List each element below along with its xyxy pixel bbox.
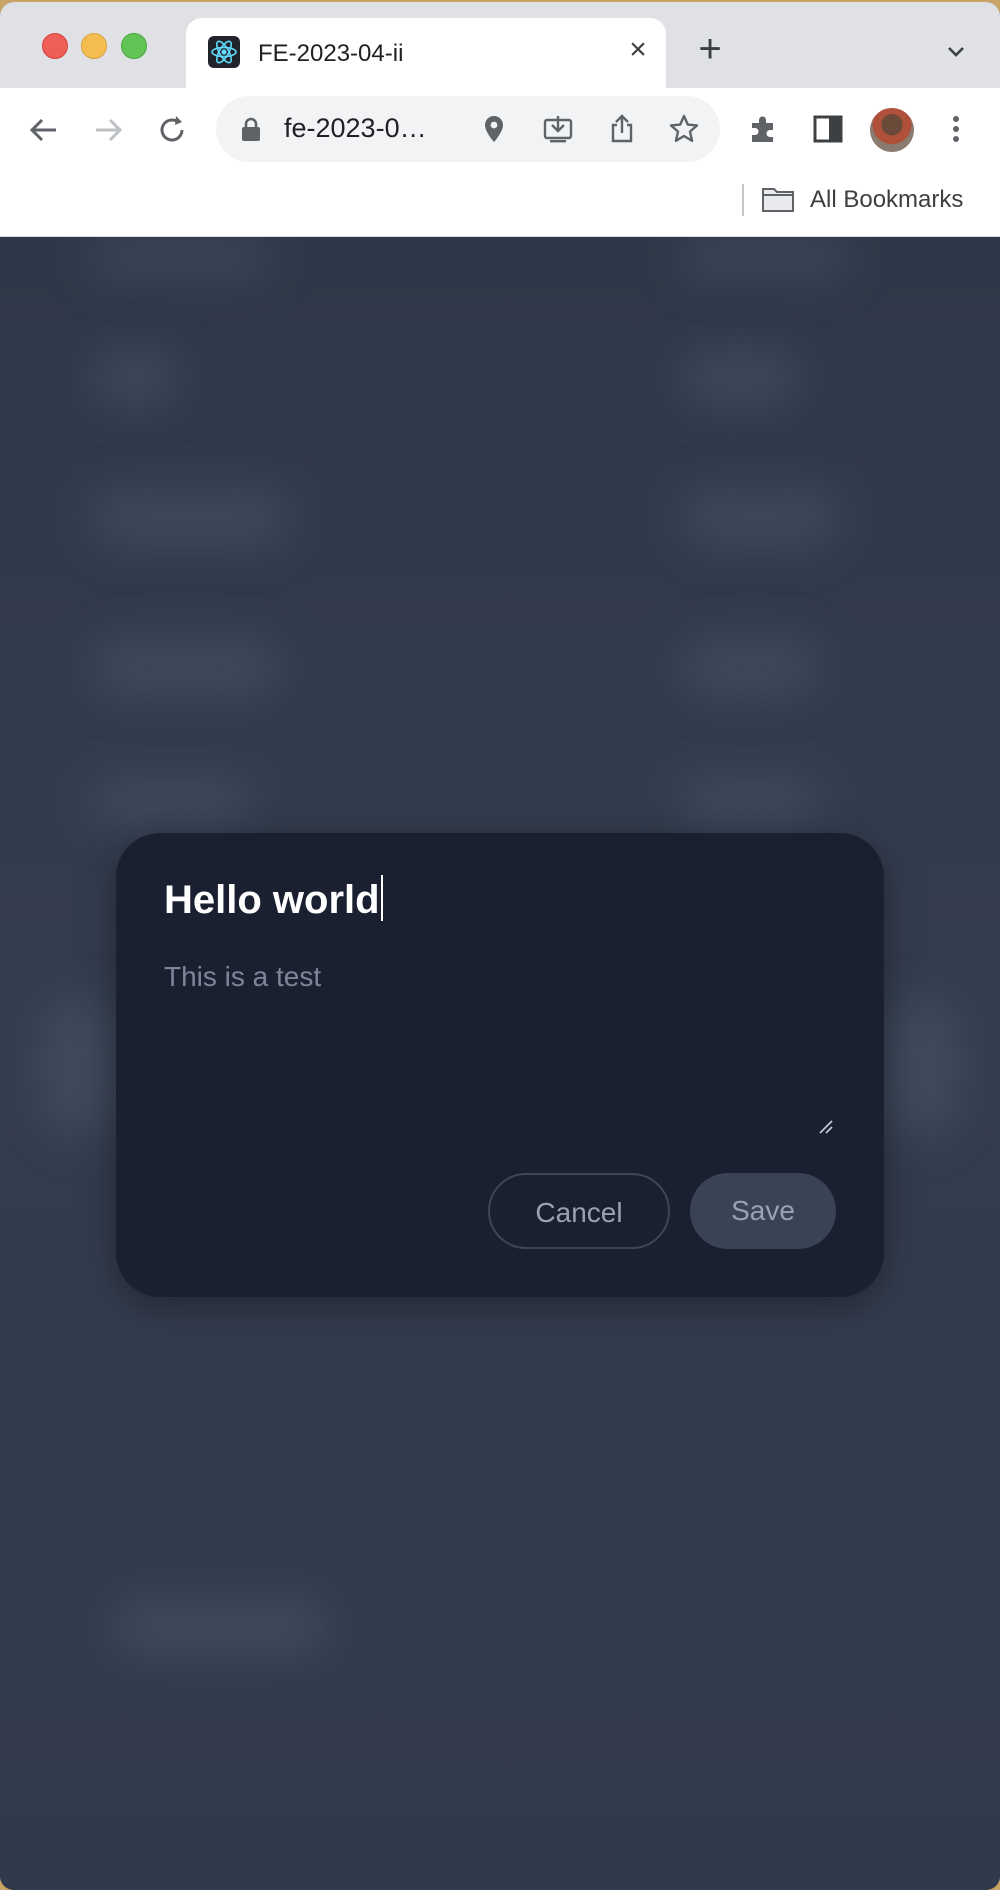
forward-arrow-icon[interactable] bbox=[86, 108, 130, 152]
plus-icon[interactable]: + bbox=[692, 29, 728, 69]
note-editor-modal: Hello world This is a test Cancel Save bbox=[116, 833, 884, 1297]
maximize-window-button[interactable] bbox=[121, 33, 147, 59]
address-bar[interactable]: fe-2023-0… bbox=[216, 96, 720, 162]
resize-handle-icon[interactable] bbox=[818, 1119, 834, 1135]
blurred-background-item bbox=[680, 487, 840, 547]
blurred-background-item bbox=[680, 637, 820, 697]
tab-title: FE-2023-04-ii bbox=[258, 40, 404, 67]
note-title-text: Hello world bbox=[164, 878, 380, 922]
reload-icon[interactable] bbox=[150, 108, 194, 152]
bookmarks-bar: All Bookmarks bbox=[0, 172, 1000, 237]
text-cursor bbox=[380, 875, 383, 921]
location-pin-icon[interactable] bbox=[478, 113, 510, 145]
cancel-button[interactable]: Cancel bbox=[488, 1173, 670, 1249]
install-app-icon[interactable] bbox=[542, 113, 574, 145]
close-window-button[interactable] bbox=[42, 33, 68, 59]
close-icon[interactable]: × bbox=[620, 32, 656, 68]
blurred-background-item bbox=[680, 347, 800, 407]
avatar[interactable] bbox=[870, 108, 914, 152]
active-tab[interactable]: FE-2023-04-ii × bbox=[186, 18, 666, 88]
star-icon[interactable] bbox=[668, 113, 700, 145]
note-body-text: This is a test bbox=[164, 961, 322, 992]
tab-strip: FE-2023-04-ii × + bbox=[0, 2, 1000, 88]
browser-toolbar: fe-2023-0… bbox=[0, 88, 1000, 172]
blurred-background-item bbox=[90, 777, 250, 827]
back-arrow-icon[interactable] bbox=[22, 108, 66, 152]
blurred-background-item bbox=[90, 487, 290, 547]
blurred-background-item bbox=[90, 637, 280, 697]
bookmarks-separator bbox=[742, 184, 744, 216]
blurred-background-item bbox=[90, 347, 180, 407]
url-text[interactable]: fe-2023-0… bbox=[284, 113, 427, 144]
blurred-background-item bbox=[880, 997, 960, 1137]
side-panel-icon[interactable] bbox=[810, 111, 846, 147]
folder-icon[interactable] bbox=[762, 186, 794, 212]
lock-icon[interactable] bbox=[240, 116, 262, 147]
browser-window: FE-2023-04-ii × + fe-2023-0… All Bookmar… bbox=[0, 2, 1000, 1890]
puzzle-icon[interactable] bbox=[746, 111, 782, 147]
note-title-input[interactable]: Hello world bbox=[164, 875, 824, 935]
chevron-down-icon[interactable] bbox=[942, 38, 970, 66]
react-logo-icon bbox=[208, 36, 240, 68]
share-icon[interactable] bbox=[606, 113, 638, 145]
note-body-textarea[interactable]: This is a test bbox=[164, 961, 840, 1121]
blurred-background-item bbox=[680, 237, 850, 277]
blurred-background-item bbox=[90, 237, 270, 277]
blurred-background-item bbox=[680, 777, 820, 827]
blurred-background-item bbox=[110, 1597, 330, 1657]
page-content: Hello world This is a test Cancel Save bbox=[0, 237, 1000, 1890]
kebab-menu-icon[interactable] bbox=[938, 111, 974, 147]
minimize-window-button[interactable] bbox=[81, 33, 107, 59]
blurred-background-item bbox=[40, 997, 120, 1137]
all-bookmarks-link[interactable]: All Bookmarks bbox=[810, 186, 963, 214]
save-button[interactable]: Save bbox=[690, 1173, 836, 1249]
